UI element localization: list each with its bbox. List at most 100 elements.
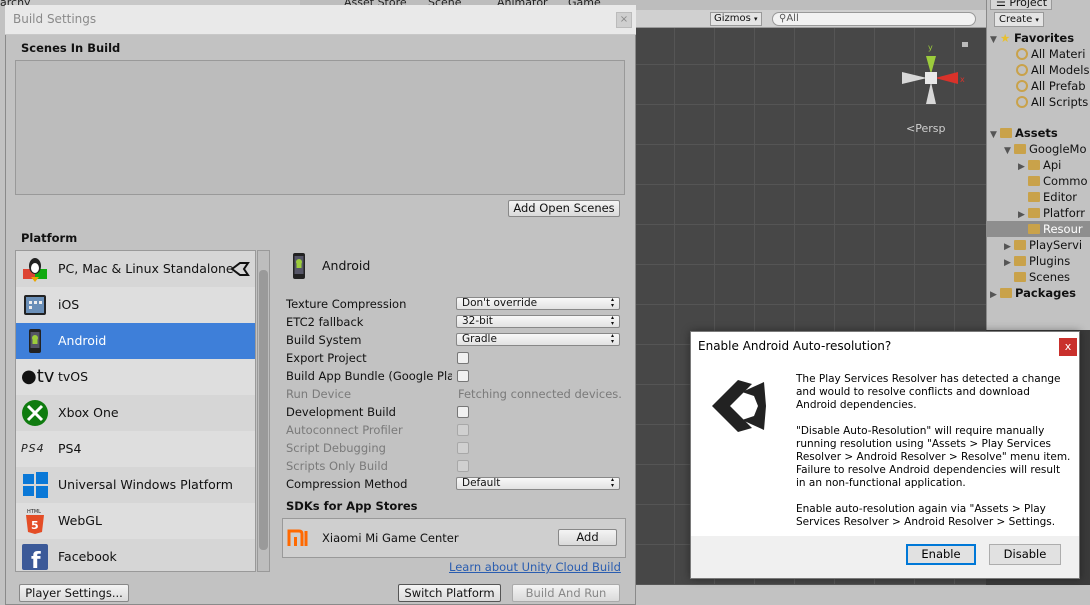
dialog-title: Enable Android Auto-resolution? bbox=[698, 339, 892, 353]
tree-item[interactable]: Commo bbox=[1018, 173, 1088, 189]
list-item[interactable]: All Models bbox=[1016, 62, 1089, 78]
scene-search-input[interactable]: ⚲All bbox=[772, 12, 976, 26]
svg-text:HTML: HTML bbox=[27, 509, 41, 515]
chevron-down-icon: ▾ bbox=[1035, 16, 1039, 24]
script-debugging-label: Script Debugging bbox=[286, 441, 386, 455]
sdks-header: SDKs for App Stores bbox=[286, 499, 418, 513]
search-icon bbox=[1016, 96, 1028, 108]
ios-icon bbox=[24, 295, 46, 315]
project-tab-label: ☰ Project bbox=[996, 0, 1047, 9]
build-app-bundle-checkbox[interactable] bbox=[457, 370, 469, 382]
etc2-fallback-dropdown[interactable]: 32-bit bbox=[456, 315, 620, 328]
list-item[interactable]: All Prefab bbox=[1016, 78, 1086, 94]
assets-label: Assets bbox=[1015, 126, 1058, 140]
platform-label: WebGL bbox=[58, 513, 102, 528]
folder-icon bbox=[1014, 272, 1026, 282]
folder-icon bbox=[1028, 224, 1040, 234]
expand-arrow-icon: ▼ bbox=[990, 35, 997, 45]
platform-label: Universal Windows Platform bbox=[58, 477, 233, 492]
pc-icon bbox=[23, 258, 47, 282]
tree-item[interactable]: Scenes bbox=[1004, 269, 1070, 285]
close-icon[interactable]: × bbox=[616, 12, 632, 28]
platform-item-ios[interactable]: iOS bbox=[16, 287, 255, 323]
build-system-dropdown[interactable]: Gradle bbox=[456, 333, 620, 346]
facebook-icon: f bbox=[22, 544, 48, 571]
add-open-scenes-button[interactable]: Add Open Scenes bbox=[508, 200, 620, 217]
search-icon bbox=[1016, 80, 1028, 92]
dialog-close-button[interactable]: x bbox=[1059, 338, 1077, 356]
platform-item-xbox[interactable]: Xbox One bbox=[16, 395, 255, 431]
folder-icon bbox=[1028, 192, 1040, 202]
tree-item-label: GoogleMo bbox=[1029, 142, 1087, 156]
disable-button[interactable]: Disable bbox=[989, 544, 1061, 565]
favorite-label: All Materi bbox=[1031, 47, 1086, 61]
build-app-bundle-label-clip: Build App Bundle (Google Play) bbox=[286, 369, 452, 383]
platform-item-ps4[interactable]: PS4 PS4 bbox=[16, 431, 255, 467]
platform-item-uwp[interactable]: Universal Windows Platform bbox=[16, 467, 255, 503]
unity-logo-icon bbox=[712, 380, 766, 432]
platform-label: Facebook bbox=[58, 549, 117, 564]
tree-item-label: PlayServi bbox=[1029, 238, 1083, 252]
packages-header[interactable]: ▶ Packages bbox=[990, 285, 1076, 303]
scenes-in-build-header: Scenes In Build bbox=[21, 41, 121, 55]
autoconnect-profiler-label: Autoconnect Profiler bbox=[286, 423, 403, 437]
platform-item-pc[interactable]: PC, Mac & Linux Standalone bbox=[16, 251, 255, 287]
android-icon bbox=[293, 253, 305, 279]
platform-item-tvos[interactable]: ●tv tvOS bbox=[16, 359, 255, 395]
sdk-add-button[interactable]: Add bbox=[558, 529, 617, 546]
player-settings-button[interactable]: Player Settings... bbox=[19, 584, 129, 602]
dialog-paragraph: The Play Services Resolver has detected … bbox=[796, 373, 1061, 411]
unity-logo-icon bbox=[230, 262, 250, 276]
texture-compression-dropdown[interactable]: Don't override bbox=[456, 297, 620, 310]
export-project-label: Export Project bbox=[286, 351, 367, 365]
scene-gizmo[interactable]: y x bbox=[896, 38, 976, 118]
tree-item[interactable]: Editor bbox=[1018, 189, 1077, 205]
project-tab-text: Project bbox=[1009, 0, 1048, 9]
selected-platform-title: Android bbox=[322, 258, 371, 273]
export-project-checkbox[interactable] bbox=[457, 352, 469, 364]
gizmo-y-label: y bbox=[928, 43, 933, 52]
chevron-down-icon: ▾ bbox=[754, 15, 758, 23]
list-item[interactable]: All Materi bbox=[1016, 46, 1085, 62]
persp-label[interactable]: <Persp bbox=[906, 122, 945, 135]
unity-cloud-build-link[interactable]: Learn about Unity Cloud Build bbox=[449, 560, 621, 574]
list-item[interactable]: All Scripts bbox=[1016, 94, 1088, 110]
platform-label: PS4 bbox=[58, 441, 82, 456]
tree-item-label: Api bbox=[1043, 158, 1062, 172]
scrollbar-thumb[interactable] bbox=[259, 270, 268, 550]
folder-icon bbox=[1028, 208, 1040, 218]
xiaomi-icon bbox=[287, 529, 308, 546]
search-icon bbox=[1016, 64, 1028, 76]
platform-item-android[interactable]: Android bbox=[16, 323, 255, 359]
create-dropdown[interactable]: Create ▾ bbox=[994, 12, 1044, 27]
gizmo-x-label: x bbox=[960, 75, 965, 84]
texture-compression-label: Texture Compression bbox=[286, 297, 407, 311]
development-build-label: Development Build bbox=[286, 405, 396, 419]
window-title: Build Settings bbox=[13, 12, 97, 26]
development-build-checkbox[interactable] bbox=[457, 406, 469, 418]
platform-header: Platform bbox=[21, 231, 78, 245]
tree-item-label: Platforr bbox=[1043, 206, 1086, 220]
switch-platform-button[interactable]: Switch Platform bbox=[398, 584, 501, 602]
sdk-name: Xiaomi Mi Game Center bbox=[322, 531, 459, 545]
autoconnect-profiler-checkbox bbox=[457, 424, 469, 436]
tree-item-label: Plugins bbox=[1029, 254, 1071, 268]
windows-icon bbox=[23, 472, 48, 498]
build-settings-titlebar[interactable] bbox=[5, 5, 636, 35]
favorite-label: All Models bbox=[1031, 63, 1090, 77]
compression-method-dropdown[interactable]: Default bbox=[456, 477, 620, 490]
scenes-list[interactable] bbox=[15, 60, 625, 195]
tree-item[interactable]: Resour bbox=[1018, 221, 1083, 237]
platform-item-webgl[interactable]: HTML 5 WebGL bbox=[16, 503, 255, 539]
svg-text:5: 5 bbox=[31, 519, 39, 532]
build-system-label: Build System bbox=[286, 333, 362, 347]
dialog-paragraph: Enable auto-resolution again via "Assets… bbox=[796, 503, 1056, 528]
enable-button[interactable]: Enable bbox=[906, 544, 976, 565]
gizmos-dropdown[interactable]: Gizmos ▾ bbox=[710, 12, 762, 26]
run-device-value: Fetching connected devices. bbox=[458, 387, 622, 401]
folder-icon bbox=[1014, 240, 1026, 250]
platform-list: PC, Mac & Linux Standalone iOS Android ●… bbox=[15, 250, 256, 572]
bottom-panel-strip bbox=[636, 585, 1090, 605]
platform-item-facebook[interactable]: f Facebook bbox=[16, 539, 255, 571]
list-icon: ☰ bbox=[996, 0, 1006, 9]
